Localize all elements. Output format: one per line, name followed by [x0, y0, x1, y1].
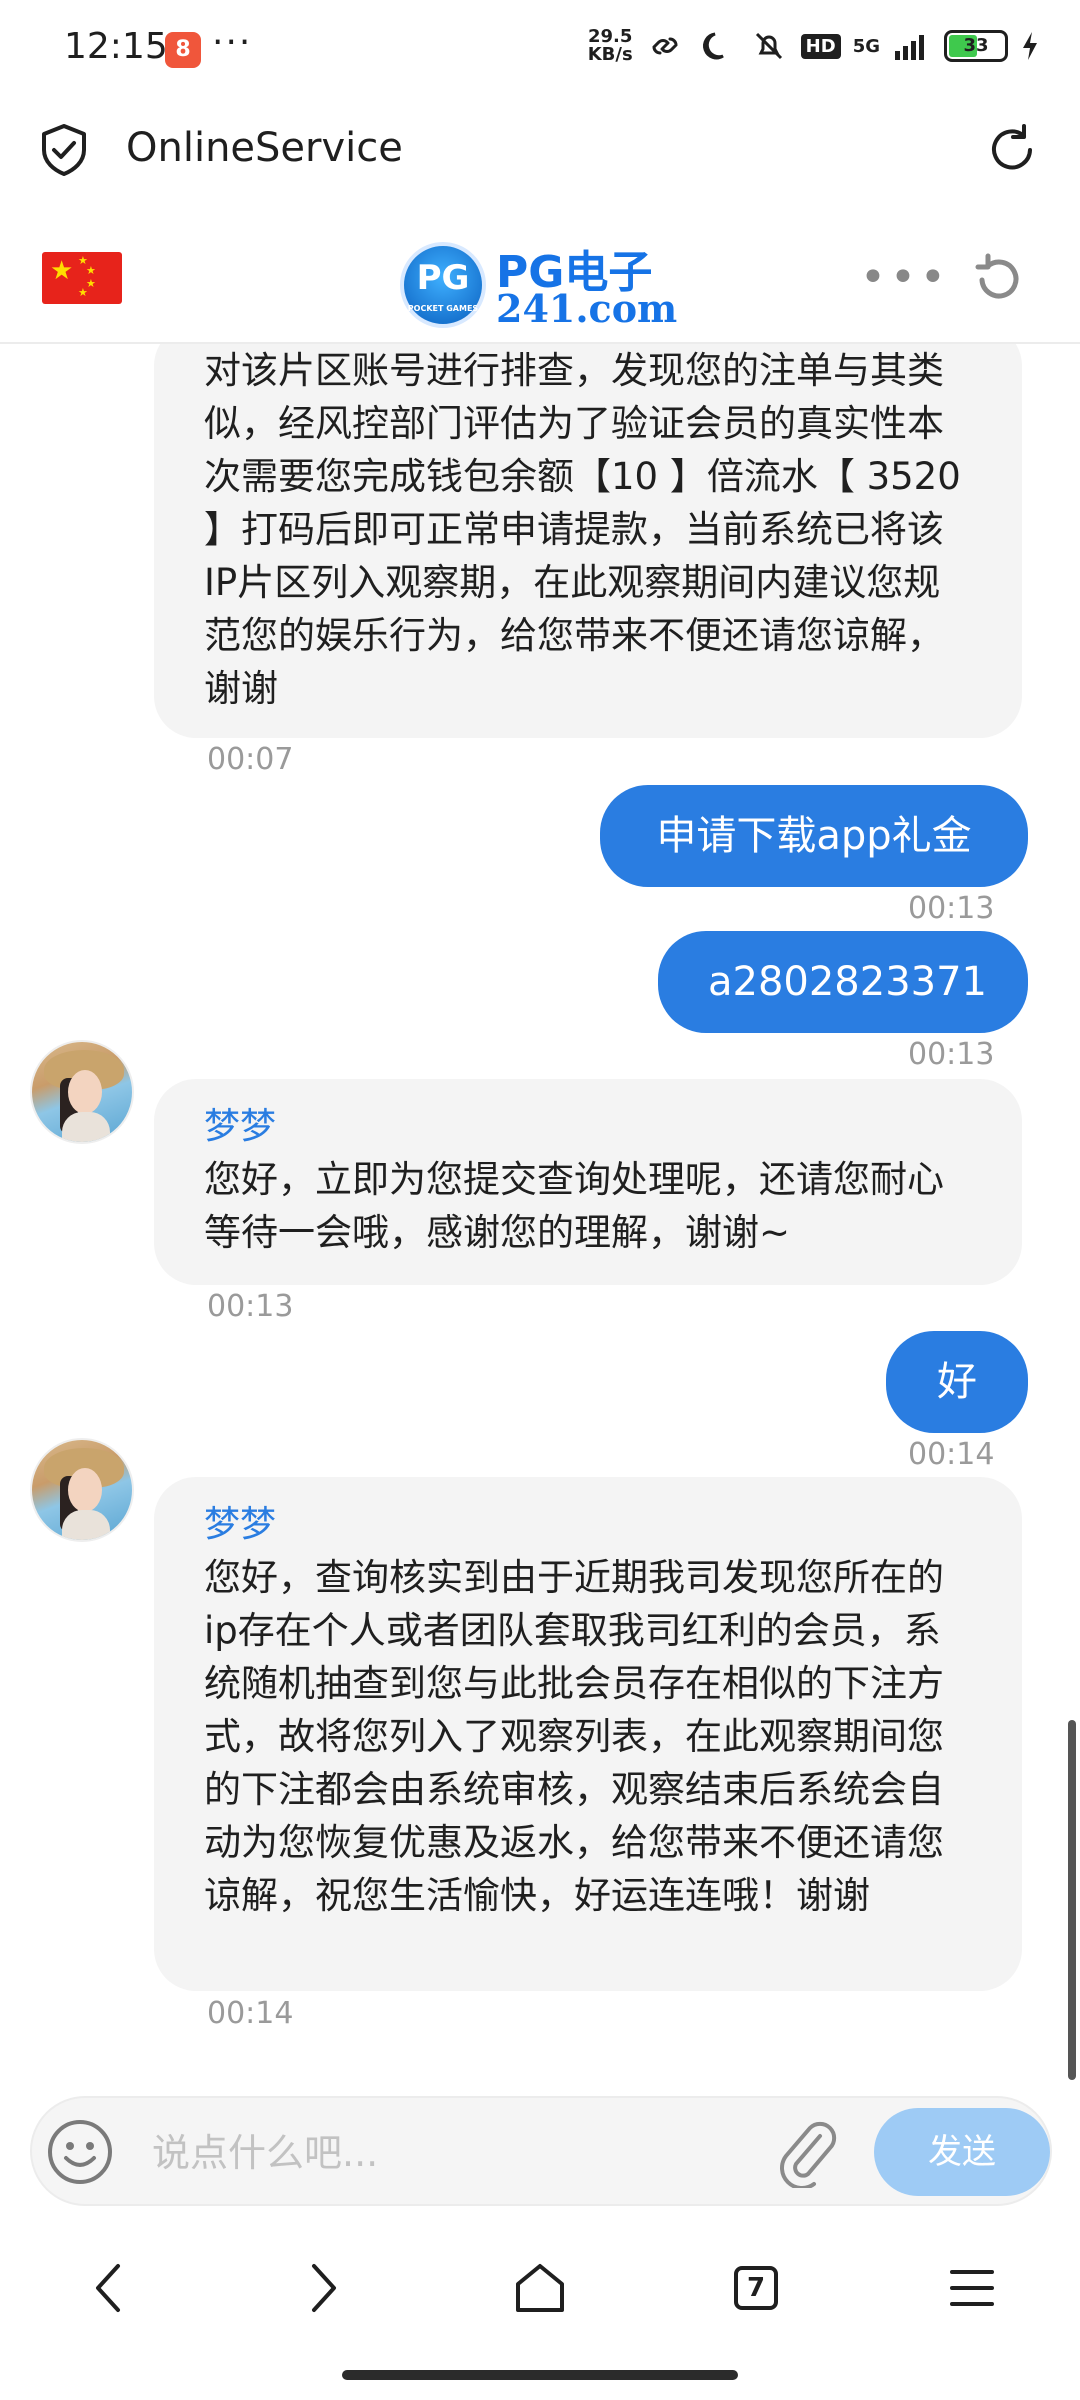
message-timestamp: 00:13 [908, 891, 995, 926]
refresh-icon [992, 124, 1032, 170]
browser-bottom-nav: 7 [0, 2220, 1080, 2370]
message-timestamp: 00:13 [908, 1037, 995, 1072]
chevron-right-icon [312, 2264, 336, 2312]
tabs-button[interactable]: 7 [716, 2248, 796, 2328]
message-timestamp: 00:14 [908, 1437, 995, 1472]
browser-title-bar: OnlineService [0, 100, 1080, 210]
status-bar: 12:15 8 ··· 29.5 KB/s HD 5G 33 [0, 0, 1080, 100]
sender-name: 梦梦 [204, 1106, 277, 1147]
home-indicator[interactable] [342, 2370, 738, 2380]
china-flag-icon[interactable]: ★ ★ ★ ★ ★ [42, 252, 122, 304]
message-timestamp: 00:14 [207, 1996, 294, 2031]
message-input[interactable] [150, 2120, 794, 2186]
logo-badge-subtext: POCKET GAMES [407, 304, 479, 313]
incoming-message-bubble: 对该片区账号进行排查，发现您的注单与其类似，经风控部门评估为了验证会员的真实性本… [154, 344, 1022, 738]
logo-badge: PG POCKET GAMES [400, 242, 486, 328]
message-text: 对该片区账号进行排查，发现您的注单与其类似，经风控部门评估为了验证会员的真实性本… [204, 349, 961, 710]
smiley-icon [48, 2120, 112, 2184]
logo-domain-text: 241.com [496, 286, 678, 331]
signal-icon [892, 26, 932, 66]
message-composer: 发送 [30, 2096, 1052, 2206]
hd-badge: HD [800, 33, 841, 59]
message-timestamp: 00:07 [207, 742, 294, 777]
reload-page-button[interactable] [980, 118, 1044, 182]
hamburger-menu-icon [950, 2270, 994, 2306]
outgoing-message-bubble: 好 [886, 1331, 1028, 1433]
status-icons: 29.5 KB/s HD 5G 33 [588, 26, 1040, 66]
battery-level: 33 [963, 35, 989, 56]
history-icon[interactable] [970, 252, 1026, 308]
page-title: OnlineService [126, 125, 403, 171]
sender-name: 梦梦 [204, 1504, 277, 1545]
emoji-button[interactable] [46, 2118, 114, 2186]
tabs-count: 7 [746, 2273, 766, 2303]
tabs-count-icon: 7 [734, 2266, 778, 2310]
outgoing-message-bubble: 申请下载app礼金 [600, 785, 1028, 887]
incoming-message-bubble: 梦梦 您好，立即为您提交查询处理呢，还请您耐心等待一会哦，感谢您的理解，谢谢~ [154, 1079, 1022, 1285]
incoming-message-bubble: 梦梦 您好，查询核实到由于近期我司发现您所在的ip存在个人或者团队套取我司红利的… [154, 1477, 1022, 1991]
network-type: 5G [852, 35, 880, 57]
battery-icon: 33 [944, 30, 1008, 62]
mute-bell-icon [749, 26, 789, 66]
more-options-button[interactable]: ••• [860, 252, 950, 303]
do-not-disturb-moon-icon [697, 26, 737, 66]
charging-bolt-icon [1020, 26, 1040, 66]
attach-file-button[interactable] [772, 2116, 842, 2190]
site-header: ★ ★ ★ ★ ★ PG POCKET GAMES PG电子 241.com •… [0, 212, 1080, 344]
status-time: 12:15 [64, 26, 168, 67]
home-button[interactable] [500, 2248, 580, 2328]
forward-button[interactable] [284, 2248, 364, 2328]
agent-avatar[interactable] [30, 1438, 134, 1542]
send-button[interactable]: 发送 [874, 2108, 1050, 2196]
chevron-left-icon [96, 2264, 120, 2312]
logo-badge-text: PG [416, 258, 470, 298]
network-speed-unit: KB/s [587, 44, 633, 65]
link-icon [645, 26, 685, 66]
site-logo[interactable]: PG POCKET GAMES PG电子 241.com [400, 230, 680, 331]
message-text: 您好，查询核实到由于近期我司发现您所在的ip存在个人或者团队套取我司红利的会员，… [204, 1556, 944, 1917]
message-timestamp: 00:13 [207, 1289, 294, 1324]
menu-button[interactable] [932, 2248, 1012, 2328]
paperclip-icon [780, 2121, 837, 2190]
app-notification-icon: 8 [165, 32, 201, 68]
chat-scrollbar[interactable] [1068, 1720, 1076, 2080]
home-icon [516, 2264, 564, 2312]
outgoing-message-bubble: a2802823371 [658, 931, 1028, 1033]
network-speed: 29.5 KB/s [588, 28, 633, 64]
agent-avatar[interactable] [30, 1040, 134, 1144]
more-notifications-icon: ··· [212, 22, 253, 63]
message-text: 您好，立即为您提交查询处理呢，还请您耐心等待一会哦，感谢您的理解，谢谢~ [204, 1158, 944, 1254]
chat-message-list[interactable]: 对该片区账号进行排查，发现您的注单与其类似，经风控部门评估为了验证会员的真实性本… [0, 344, 1080, 2080]
security-shield-icon[interactable] [38, 122, 90, 182]
back-button[interactable] [68, 2248, 148, 2328]
